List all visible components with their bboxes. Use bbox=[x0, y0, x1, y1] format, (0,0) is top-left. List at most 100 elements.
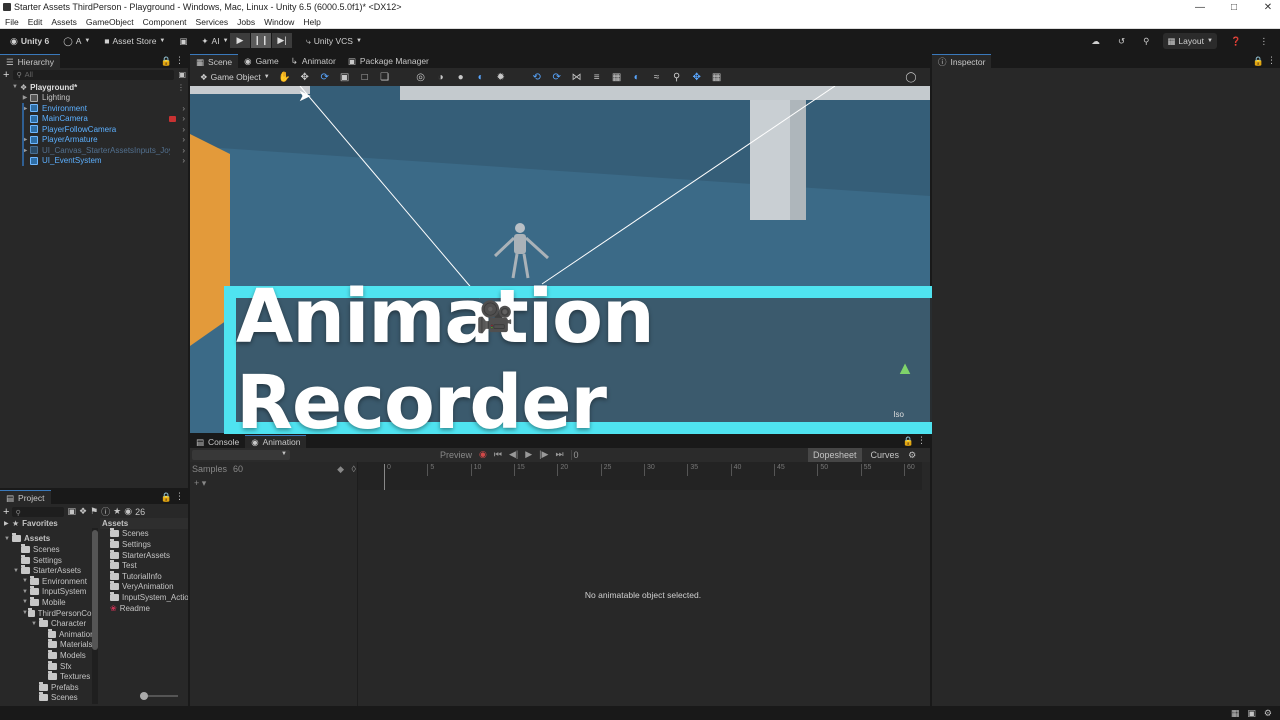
chevron-right-icon[interactable]: › bbox=[182, 135, 185, 144]
add-keyframe-icon[interactable]: ◆ bbox=[337, 464, 344, 475]
tab-inspector[interactable]: ⓘ Inspector bbox=[932, 54, 992, 68]
gameobject-mode-dropdown[interactable]: ❖ Game Object ▼ bbox=[198, 69, 272, 85]
add-icon[interactable]: + bbox=[3, 506, 9, 518]
tab-scene[interactable]: ▦ Scene bbox=[190, 54, 239, 68]
asset-item[interactable]: Test bbox=[100, 560, 188, 571]
search-type-icon[interactable]: ▣ bbox=[67, 506, 76, 517]
chevron-right-icon[interactable]: › bbox=[182, 146, 185, 155]
menu-jobs[interactable]: Jobs bbox=[237, 17, 255, 27]
asset-store-button[interactable]: ■ Asset Store ▼ bbox=[100, 33, 169, 49]
debug-icon[interactable]: ⚙ bbox=[1264, 708, 1272, 719]
add-icon[interactable]: + bbox=[3, 69, 9, 81]
expand-arrow-icon[interactable]: ▼ bbox=[22, 599, 30, 605]
pause-button[interactable]: ❙❙ bbox=[251, 33, 271, 48]
project-tree-item[interactable]: Textures bbox=[0, 671, 96, 682]
cache-icon[interactable]: ▣ bbox=[1247, 708, 1256, 719]
project-tree-item[interactable]: ▼ Mobile bbox=[0, 596, 96, 608]
zoom-icon[interactable]: ⚲ bbox=[670, 70, 684, 84]
tab-animator[interactable]: ↳ Animator bbox=[285, 54, 342, 68]
expand-arrow-icon[interactable]: ▼ bbox=[10, 84, 20, 90]
project-tree-item[interactable]: ▼ StarterAssets bbox=[0, 565, 96, 576]
clip-dropdown[interactable]: ▼ bbox=[192, 450, 290, 460]
menu-component[interactable]: Component bbox=[143, 17, 187, 27]
chevron-right-icon[interactable]: › bbox=[182, 114, 185, 123]
menu-help[interactable]: Help bbox=[303, 17, 320, 27]
asset-item[interactable]: VeryAnimation bbox=[100, 581, 188, 593]
project-tree-item[interactable]: ▼ThirdPersonController bbox=[0, 607, 96, 619]
tab-hierarchy[interactable]: ☰ Hierarchy bbox=[0, 54, 60, 68]
lit-icon[interactable]: ◐ bbox=[474, 70, 488, 84]
hierarchy-item-environment[interactable]: ▶ Environment › bbox=[0, 103, 188, 114]
next-frame-icon[interactable]: |▶ bbox=[539, 449, 548, 460]
lock-icon[interactable]: 🔒 bbox=[161, 492, 172, 503]
package-icon-button[interactable]: ▣ bbox=[175, 33, 191, 49]
lock-icon[interactable]: 🔒 bbox=[903, 436, 914, 447]
project-tree-item[interactable]: Scenes bbox=[0, 543, 96, 555]
project-tree-scrollbar[interactable] bbox=[92, 528, 98, 704]
search-mode-icon[interactable]: ⓘ bbox=[101, 505, 110, 518]
hierarchy-search-input[interactable]: ⚲ All bbox=[13, 69, 175, 80]
layout-dropdown[interactable]: ▦ Layout ▼ bbox=[1163, 33, 1217, 49]
hidden-packages-icon[interactable]: ◉ bbox=[124, 506, 132, 517]
pivot-icon[interactable]: ✥ bbox=[690, 70, 704, 84]
slider-thumb[interactable] bbox=[140, 692, 148, 700]
asset-item[interactable]: InputSystem_Actions bbox=[100, 591, 188, 603]
hierarchy-item-maincamera[interactable]: MainCamera › bbox=[0, 113, 188, 125]
tab-game[interactable]: ◉ Game bbox=[238, 54, 285, 68]
curves-button[interactable]: Curves bbox=[866, 448, 905, 462]
lock-icon[interactable]: 🔒 bbox=[1253, 56, 1264, 67]
rotate-tool-icon[interactable]: ⟳ bbox=[318, 70, 332, 84]
shading-icon[interactable]: ◑ bbox=[434, 70, 448, 84]
menu-gameobject[interactable]: GameObject bbox=[86, 17, 134, 27]
kebab-icon[interactable]: ⋮ bbox=[175, 55, 184, 66]
layers-icon[interactable]: ▦ bbox=[710, 70, 724, 84]
chevron-right-icon[interactable]: › bbox=[182, 125, 185, 134]
tab-project[interactable]: ▤ Project bbox=[0, 490, 51, 504]
step-button[interactable]: ▶| bbox=[272, 33, 292, 48]
project-tree-item[interactable]: Sfx bbox=[0, 660, 96, 672]
transform-tool-icon[interactable]: ❏ bbox=[378, 70, 392, 84]
project-tree-item[interactable]: ▼ Environment bbox=[0, 575, 96, 587]
prev-frame-icon[interactable]: ◀| bbox=[509, 449, 518, 460]
effects-icon[interactable]: ✹ bbox=[494, 70, 508, 84]
playhead[interactable] bbox=[384, 464, 385, 490]
project-tree-item[interactable]: Materials bbox=[0, 639, 96, 651]
project-tree-item[interactable]: ▼ Assets bbox=[0, 533, 96, 545]
draw-mode-icon[interactable]: ≈ bbox=[650, 70, 664, 84]
frame-field[interactable]: 0 bbox=[570, 449, 651, 460]
menu-window[interactable]: Window bbox=[264, 17, 294, 27]
unity-account-button[interactable]: ◉ Unity 6 bbox=[6, 33, 53, 49]
snap-icon[interactable]: ≡ bbox=[590, 70, 604, 84]
kebab-icon[interactable]: ⋮ bbox=[177, 83, 185, 92]
ai-button[interactable]: ✦ AI ▼ bbox=[197, 33, 232, 49]
asset-item[interactable]: ❀ Readme bbox=[100, 603, 188, 614]
expand-arrow-icon[interactable]: ▼ bbox=[13, 568, 21, 574]
chevron-right-icon[interactable]: › bbox=[182, 156, 185, 165]
hierarchy-item-ui-eventsystem[interactable]: UI_EventSystem › bbox=[0, 155, 188, 167]
grid-icon[interactable]: ▦ bbox=[610, 70, 624, 84]
record-icon[interactable]: ◉ bbox=[479, 449, 487, 460]
filter-type-icon[interactable]: ❖ bbox=[79, 506, 87, 517]
timeline-ruler[interactable]: 0 5 10 15 20 25 30 35 40 45 50 55 60 bbox=[358, 462, 922, 490]
dopesheet-button[interactable]: Dopesheet bbox=[808, 448, 862, 462]
more-menu-button[interactable]: ⋮ bbox=[1256, 33, 1273, 49]
orientation-icon[interactable]: ⟲ bbox=[530, 70, 544, 84]
kebab-icon[interactable]: ⋮ bbox=[917, 435, 926, 446]
favorites-row[interactable]: ▶ ★ Favorites bbox=[0, 518, 96, 529]
kebab-icon[interactable]: ⋮ bbox=[175, 491, 184, 502]
project-tree-item[interactable]: Scenes bbox=[0, 692, 96, 704]
scale-tool-icon[interactable]: ▣ bbox=[338, 70, 352, 84]
refresh-icon[interactable]: ⟳ bbox=[550, 70, 564, 84]
chevron-right-icon[interactable]: › bbox=[182, 104, 185, 113]
expand-arrow-icon[interactable]: ▼ bbox=[22, 589, 30, 595]
last-frame-icon[interactable]: ⏭ bbox=[555, 449, 563, 460]
cloud-button[interactable]: ☁ bbox=[1088, 33, 1105, 49]
hierarchy-item-playerarmature[interactable]: ▶ PlayerArmature › bbox=[0, 134, 188, 146]
project-tree-item[interactable]: ▼ InputSystem bbox=[0, 586, 96, 598]
zoom-slider[interactable] bbox=[140, 692, 178, 700]
first-frame-icon[interactable]: ⏮ bbox=[494, 449, 502, 460]
help-button[interactable]: ❓ bbox=[1227, 33, 1246, 49]
menu-services[interactable]: Services bbox=[196, 17, 229, 27]
animation-splitter[interactable] bbox=[357, 462, 358, 706]
expand-arrow-icon[interactable]: ▶ bbox=[20, 147, 30, 154]
